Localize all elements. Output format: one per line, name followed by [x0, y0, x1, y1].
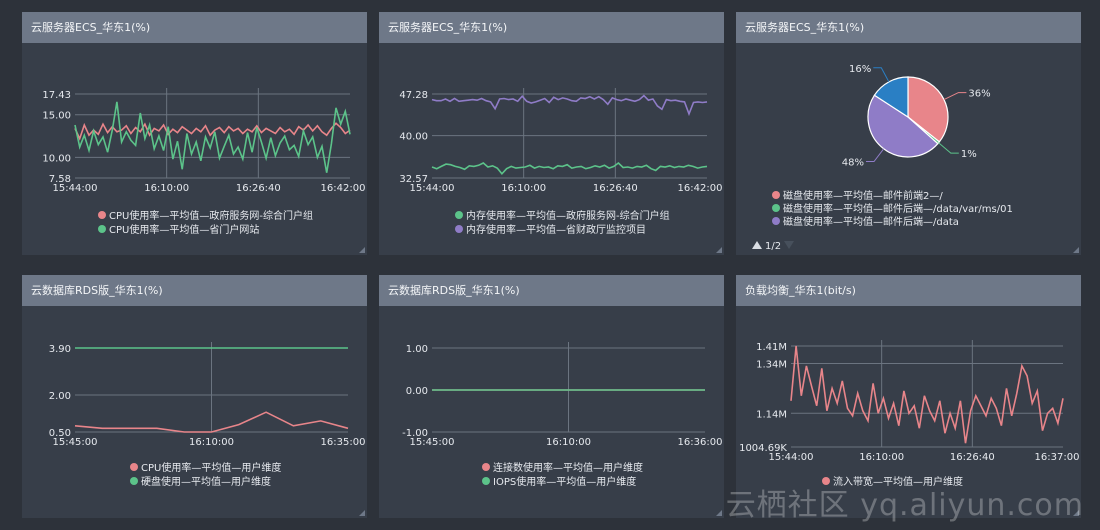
pie-chart: 36%1%48%16%磁盘使用率—平均值—邮件前端2—/磁盘使用率—平均值—邮件…	[752, 64, 1013, 252]
y-tick-label: 2.00	[49, 391, 71, 402]
legend-marker	[482, 477, 490, 485]
legend-label: 内存使用率—平均值—政府服务网-综合门户组	[466, 209, 670, 222]
line-chart: 3.902.000.5015:45:00 16:10:00 16:35:00CPU使…	[49, 342, 366, 488]
x-tick-label: 16:10:00	[546, 437, 591, 448]
x-tick-label: 16:37:00	[1035, 452, 1080, 463]
legend-marker	[455, 225, 463, 233]
x-tick-label: 16:36:00	[678, 437, 723, 448]
resize-handle[interactable]	[1073, 247, 1079, 253]
legend-marker	[772, 191, 780, 199]
pie-slice-label: 1%	[961, 149, 977, 160]
legend-label: 磁盘使用率—平均值—邮件前端2—/	[783, 189, 943, 202]
legend-marker	[130, 477, 138, 485]
y-tick-label: 1.14M	[756, 409, 787, 420]
pie-label-line	[866, 148, 885, 162]
pie-label-line	[943, 92, 967, 101]
series-line	[74, 101, 351, 173]
resize-handle[interactable]	[716, 247, 722, 253]
legend-label: CPU使用率—平均值—用户维度	[141, 461, 281, 474]
y-tick-label: 1.41M	[756, 342, 787, 353]
y-tick-label: 40.00	[399, 132, 428, 143]
panel-ecs-cpu: 云服务器ECS_华东1(%) 17.43 15.00 10.00 7.58 15:44:…	[22, 12, 367, 255]
x-tick-label: 16:10:00	[189, 437, 234, 448]
line-chart: 47.2840.0032.5715:44:00 16:10:00 16:26:40 1…	[399, 88, 723, 236]
pie-slice-label: 16%	[849, 64, 871, 75]
x-tick-label: 16:10:00	[501, 183, 546, 194]
resize-handle[interactable]	[359, 510, 365, 516]
series-line	[431, 161, 708, 176]
panel-title: 云服务器ECS_华东1(%)	[736, 12, 1081, 43]
y-tick-label: 1.00	[406, 344, 428, 355]
legend-label: 内存使用率—平均值—省财政厅监控项目	[466, 223, 646, 236]
y-tick-label: 10.00	[42, 153, 71, 164]
pager-label: 1/2	[765, 241, 781, 252]
x-tick-label: 15:44:00	[53, 183, 98, 194]
line-chart: 1.000.00-1.0015:45:00 16:10:00 16:36:00连接数…	[402, 342, 723, 488]
x-tick-label: 15:44:00	[769, 452, 814, 463]
x-tick-label: 16:10:00	[144, 183, 189, 194]
x-tick-label: 16:10:00	[859, 452, 904, 463]
pager-prev-icon	[752, 241, 762, 249]
x-tick-label: 15:45:00	[410, 437, 455, 448]
y-tick-label: 0.00	[406, 386, 428, 397]
y-tick-label: 1.34M	[756, 359, 787, 370]
line-chart: 17.4315.0010.007.5815:44:00 16:10:00 16:26…	[42, 88, 366, 236]
legend-label: CPU使用率—平均值—政府服务网-综合门户组	[109, 209, 313, 222]
legend-marker	[98, 225, 106, 233]
resize-handle[interactable]	[359, 247, 365, 253]
panel-title: 云数据库RDS版_华东1(%)	[22, 275, 367, 306]
legend-marker	[130, 463, 138, 471]
legend-marker	[772, 204, 780, 212]
x-tick-label: 16:26:40	[236, 183, 281, 194]
legend-marker	[455, 211, 463, 219]
panel-title: 云服务器ECS_华东1(%)	[379, 12, 724, 43]
x-tick-label: 16:42:00	[678, 183, 723, 194]
y-tick-label: 47.28	[399, 90, 428, 101]
panel-title: 云数据库RDS版_华东1(%)	[379, 275, 724, 306]
pie-slice-label: 48%	[842, 157, 864, 168]
series-line	[790, 345, 1064, 444]
x-tick-label: 16:26:40	[593, 183, 638, 194]
x-tick-label: 15:44:00	[410, 183, 455, 194]
panel-title: 负载均衡_华东1(bit/s)	[736, 275, 1081, 306]
pager-next-icon	[784, 241, 794, 249]
legend-marker	[482, 463, 490, 471]
pie-label-line	[938, 142, 959, 154]
legend-label: 磁盘使用率—平均值—邮件后端—/data/var/ms/01	[783, 202, 1013, 215]
legend-label: 硬盘使用—平均值—用户维度	[141, 475, 271, 488]
x-tick-label: 16:26:40	[950, 452, 995, 463]
panel-rds-cpu: 云数据库RDS版_华东1(%) 3.90 2.00 0.50 15:45:00 16:1…	[22, 275, 367, 518]
y-tick-label: 15.00	[42, 111, 71, 122]
panel-ecs-memory: 云服务器ECS_华东1(%) 47.28 40.00 32.57 15:44:00 16…	[379, 12, 724, 255]
y-tick-label: 17.43	[42, 90, 71, 101]
panel-ecs-disk: 云服务器ECS_华东1(%) 36% 1% 48% 16% 磁盘使用率—平均值—邮件前端…	[736, 12, 1081, 255]
watermark: 云栖社区 yq.aliyun.com	[725, 488, 1084, 523]
series-line	[74, 122, 351, 141]
legend-label: 连接数使用率—平均值—用户维度	[493, 461, 643, 474]
series-line	[431, 94, 708, 117]
legend-label: 磁盘使用率—平均值—邮件后端—/data	[783, 215, 959, 228]
panel-title: 云服务器ECS_华东1(%)	[22, 12, 367, 43]
pie-label-line	[873, 67, 890, 83]
x-tick-label: 15:45:00	[53, 437, 98, 448]
pie-slice-label: 36%	[968, 89, 990, 100]
x-tick-label: 16:42:00	[321, 183, 366, 194]
y-tick-label: 3.90	[49, 344, 71, 355]
legend-marker	[772, 217, 780, 225]
panel-rds-conn: 云数据库RDS版_华东1(%) 1.00 0.00 -1.00 15:45:00 16:…	[379, 275, 724, 518]
legend-marker	[98, 211, 106, 219]
x-tick-label: 16:35:00	[321, 437, 366, 448]
legend-label: IOPS使用率—平均值—用户维度	[493, 475, 636, 488]
resize-handle[interactable]	[716, 510, 722, 516]
legend-label: CPU使用率—平均值—省门户网站	[109, 223, 259, 236]
